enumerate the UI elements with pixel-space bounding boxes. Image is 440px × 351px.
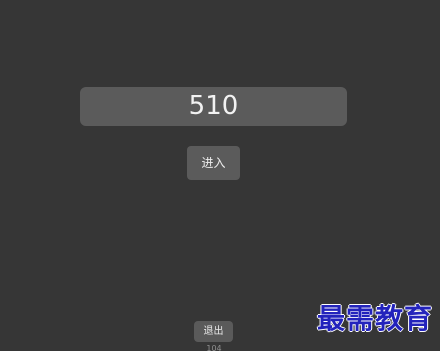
- footer-text: 104: [206, 345, 222, 351]
- enter-button[interactable]: 进入: [187, 146, 240, 180]
- watermark: 最需教育: [316, 302, 433, 335]
- value-display[interactable]: 510: [80, 87, 347, 126]
- exit-button[interactable]: 退出: [194, 321, 233, 342]
